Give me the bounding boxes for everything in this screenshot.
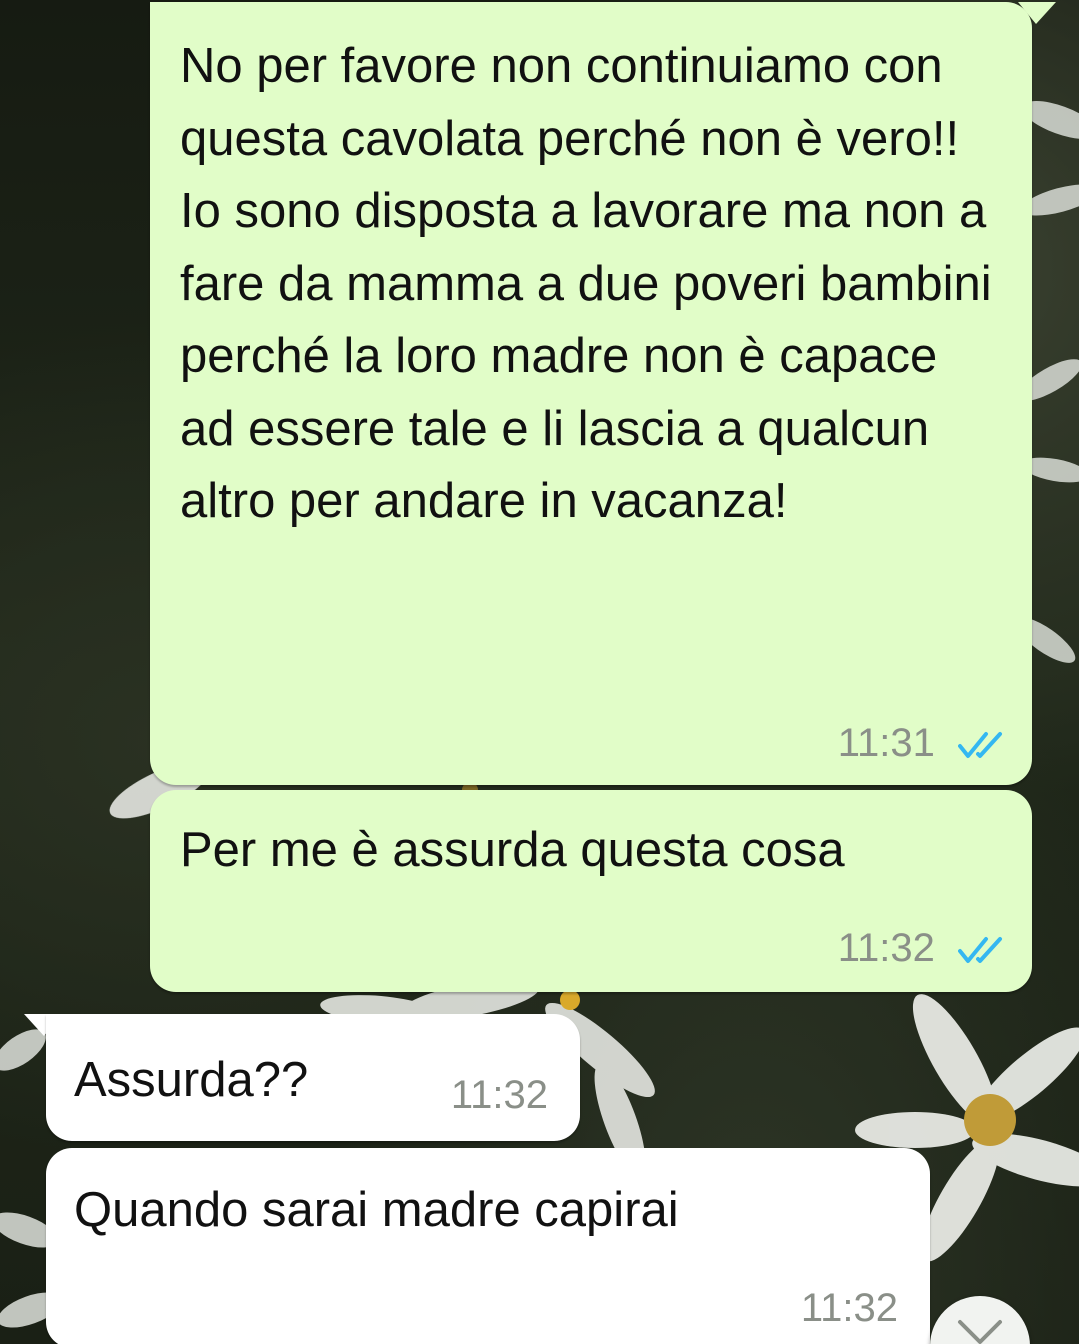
message-bubble-incoming[interactable]: Quando sarai madre capirai 11:32 xyxy=(46,1148,930,1344)
message-bubble-incoming[interactable]: Assurda?? 11:32 xyxy=(46,1014,580,1141)
message-meta: 11:31 xyxy=(838,723,1004,763)
double-check-icon xyxy=(958,732,1002,759)
message-time: 11:31 xyxy=(837,721,935,765)
message-meta: 11:32 xyxy=(801,1288,898,1328)
double-check-icon xyxy=(958,937,1002,964)
bubble-tail xyxy=(1018,2,1056,24)
message-text: Quando sarai madre capirai xyxy=(74,1183,679,1237)
message-text: Per me è assurda questa cosa xyxy=(180,823,845,877)
message-bubble-outgoing[interactable]: Per me è assurda questa cosa 11:32 xyxy=(150,790,1032,992)
message-time: 11:32 xyxy=(800,1286,898,1330)
message-time: 11:32 xyxy=(450,1073,548,1117)
message-bubble-outgoing[interactable]: No per favore non continuiamo con questa… xyxy=(150,2,1032,785)
message-meta: 11:32 xyxy=(838,928,1004,968)
message-time: 11:32 xyxy=(837,926,935,970)
chevron-down-icon xyxy=(958,1320,1002,1344)
message-meta: 11:32 xyxy=(451,1075,548,1115)
message-text: No per favore non continuiamo con questa… xyxy=(180,39,992,528)
